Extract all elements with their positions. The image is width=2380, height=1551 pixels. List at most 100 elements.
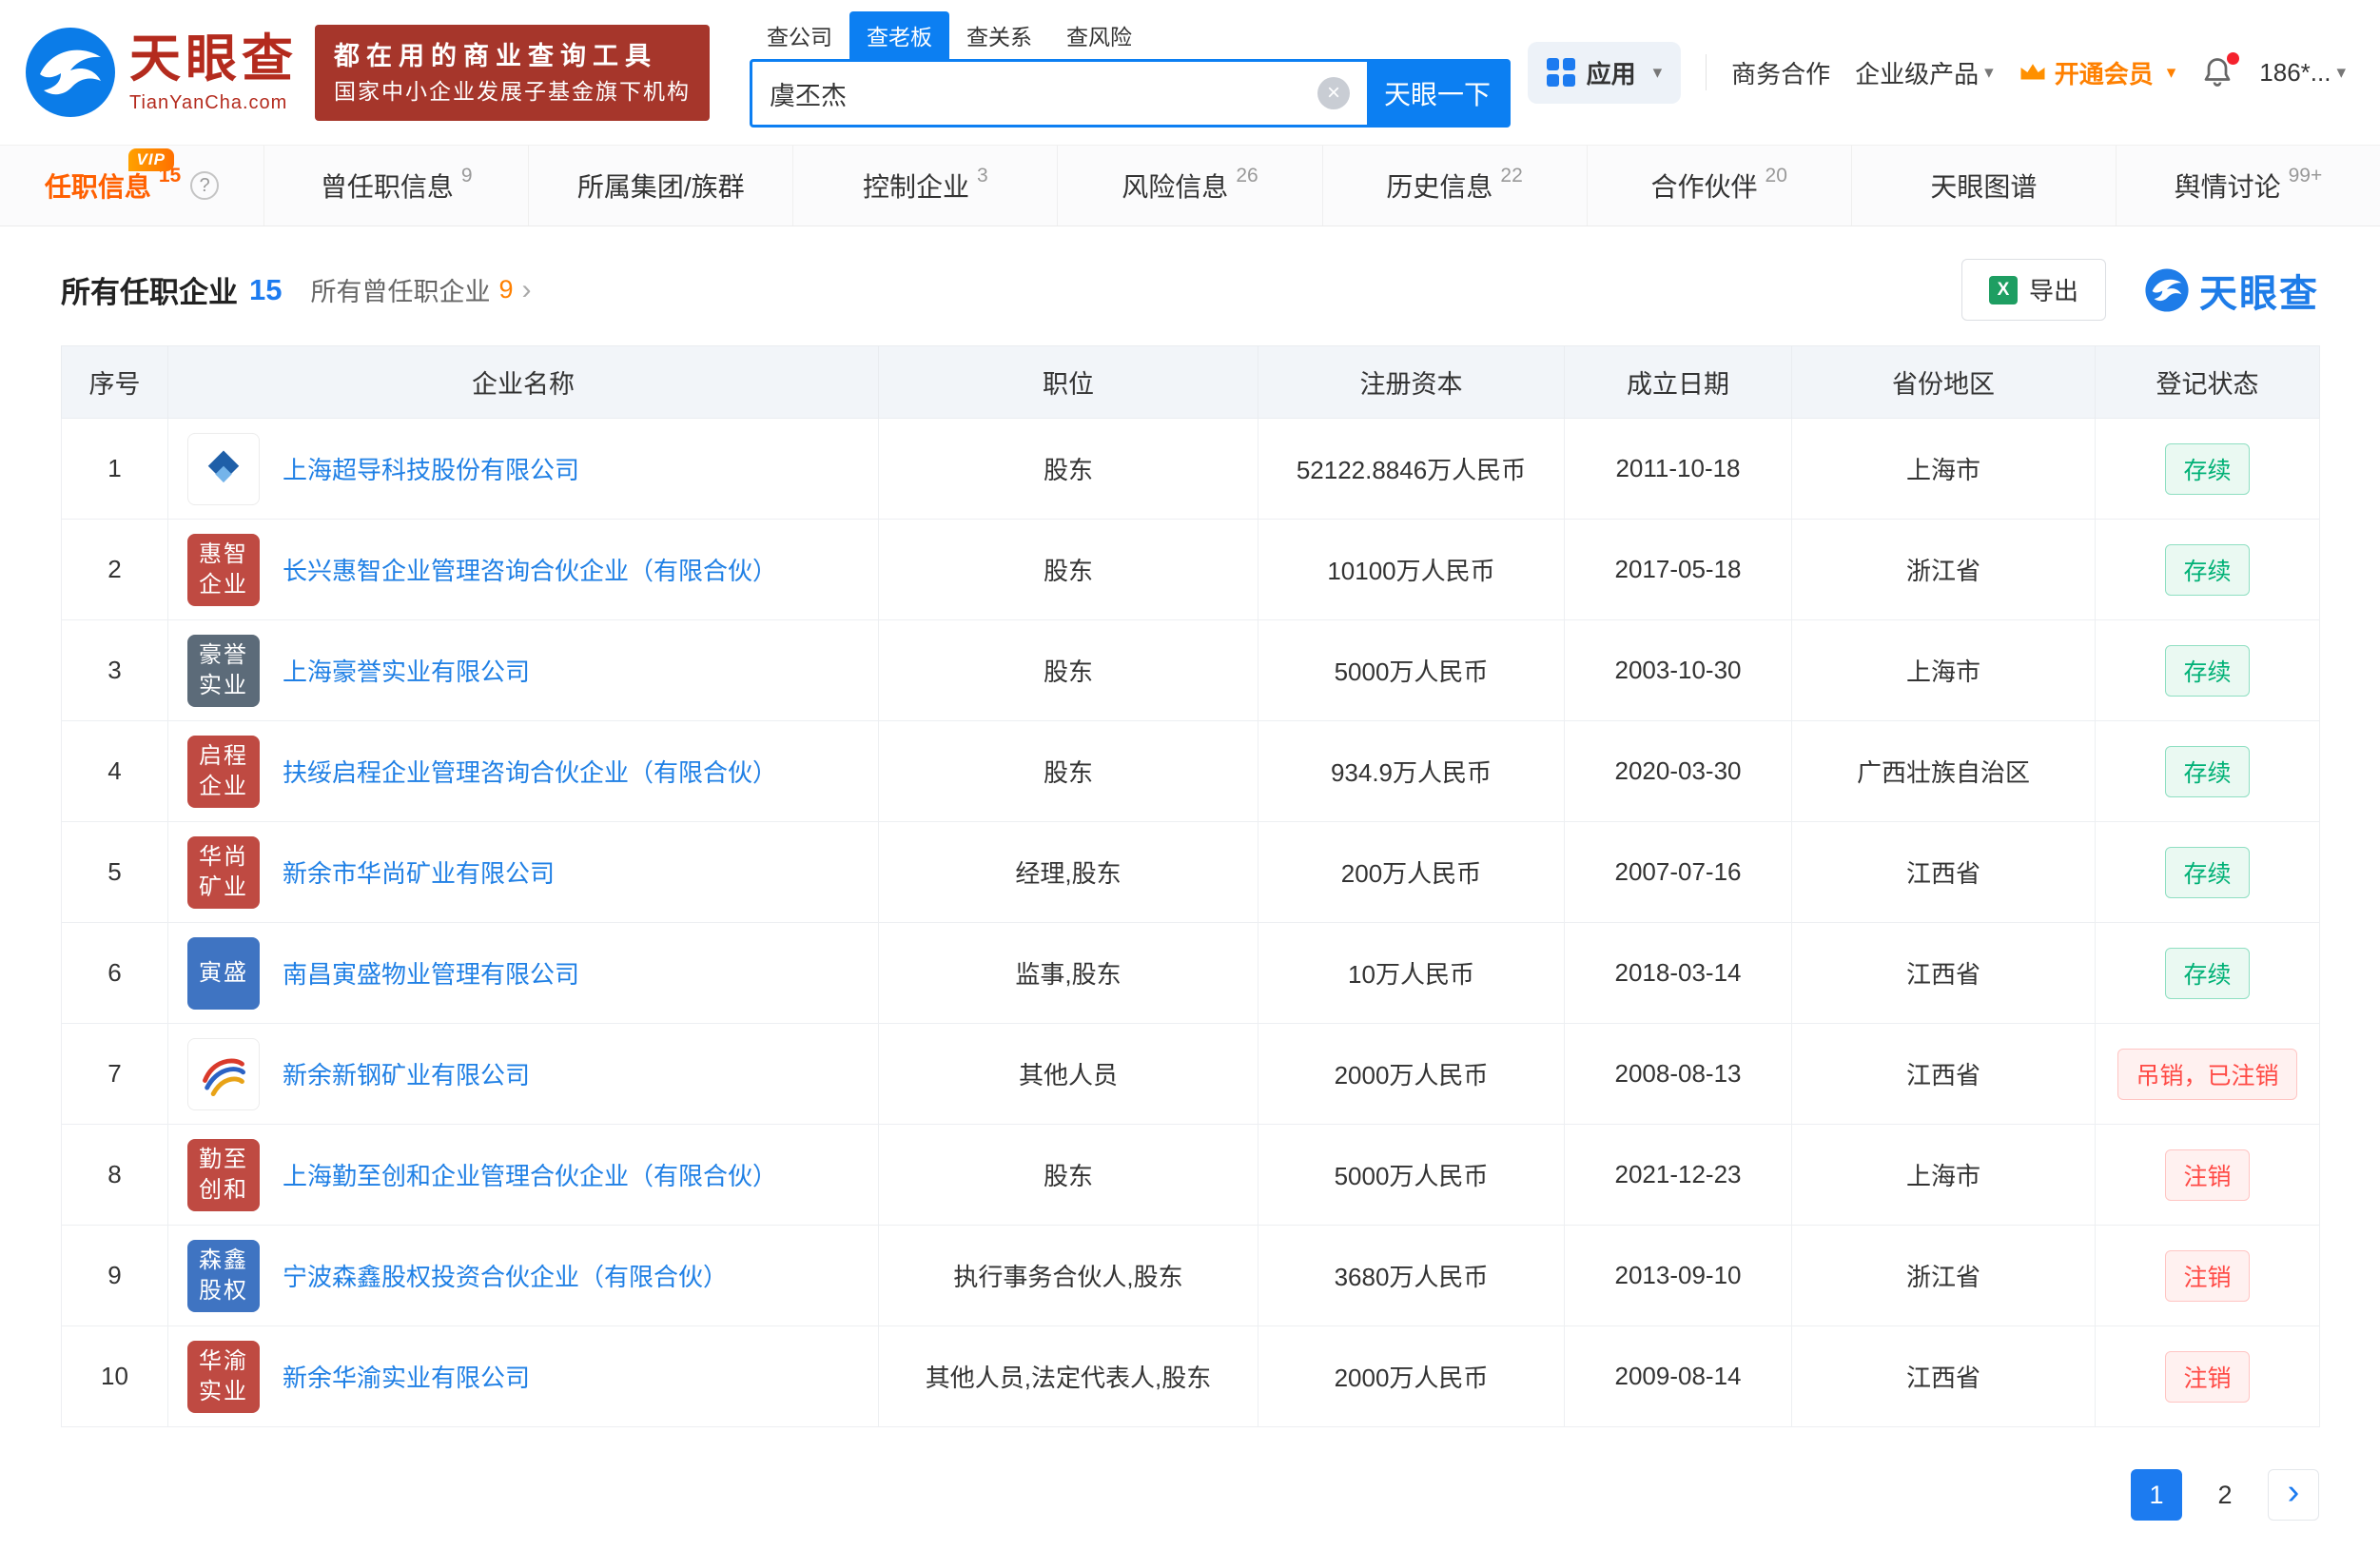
- date-cell: 2018-03-14: [1565, 923, 1792, 1024]
- company-cell: 启程企业扶绥启程企业管理咨询合伙企业（有限合伙）: [168, 721, 879, 822]
- nav-item[interactable]: VIP任职信息15?: [0, 146, 263, 226]
- former-positions-link[interactable]: 所有曾任职企业 9 ›: [310, 271, 531, 308]
- page-button-1[interactable]: 1: [2131, 1469, 2182, 1521]
- search-tab[interactable]: 查风险: [1049, 11, 1149, 59]
- company-link[interactable]: 新余华渝实业有限公司: [283, 1359, 530, 1394]
- company-link[interactable]: 南昌寅盛物业管理有限公司: [283, 955, 579, 991]
- nav-count: 20: [1765, 165, 1787, 187]
- region-cell: 浙江省: [1792, 520, 2096, 620]
- help-icon[interactable]: ?: [190, 171, 219, 200]
- export-button[interactable]: X 导出: [1961, 259, 2106, 321]
- section-title: 所有任职企业: [61, 268, 238, 311]
- nav-count: 9: [461, 165, 473, 187]
- company-link[interactable]: 上海超导科技股份有限公司: [283, 451, 579, 486]
- company-logo: 华渝实业: [187, 1341, 260, 1413]
- region-cell: 江西省: [1792, 1326, 2096, 1427]
- capital-cell: 2000万人民币: [1258, 1024, 1565, 1125]
- search-input[interactable]: [770, 79, 1317, 108]
- status-cell: 存续: [2096, 620, 2320, 721]
- company-link[interactable]: 扶绥启程企业管理咨询合伙企业（有限合伙）: [283, 754, 777, 789]
- status-cell: 注销: [2096, 1326, 2320, 1427]
- position-cell: 股东: [879, 419, 1258, 520]
- position-cell: 股东: [879, 1125, 1258, 1226]
- nav-item[interactable]: 合作伙伴20: [1587, 146, 1851, 226]
- brand-logo[interactable]: 天眼查 TianYanCha.com: [23, 25, 298, 120]
- user-account[interactable]: 186*...▾: [2259, 58, 2346, 88]
- page-button-2[interactable]: 2: [2199, 1469, 2251, 1521]
- company-cell: 寅盛南昌寅盛物业管理有限公司: [168, 923, 879, 1024]
- excel-icon: X: [1989, 276, 2018, 304]
- next-page-button[interactable]: ›: [2268, 1469, 2319, 1521]
- status-cell: 存续: [2096, 419, 2320, 520]
- search-area: 查公司查老板查关系查风险 × 天眼一下: [750, 17, 1511, 128]
- nav-label: 历史信息: [1386, 167, 1492, 205]
- company-link[interactable]: 新余新钢矿业有限公司: [283, 1056, 530, 1091]
- notification-bell-icon[interactable]: [2200, 55, 2234, 89]
- open-vip-link[interactable]: 开通会员 ▾: [2019, 55, 2176, 90]
- watermark-text: 天眼查: [2199, 263, 2319, 318]
- company-logo: 勤至创和: [187, 1139, 260, 1211]
- column-header: 省份地区: [1792, 346, 2096, 419]
- nav-item[interactable]: 舆情讨论99+: [2116, 146, 2380, 226]
- divider: [1706, 54, 1707, 90]
- clear-icon[interactable]: ×: [1317, 77, 1350, 109]
- row-number: 3: [62, 620, 168, 721]
- nav-item[interactable]: 历史信息22: [1322, 146, 1587, 226]
- section-count: 15: [249, 273, 282, 307]
- search-box: × 天眼一下: [750, 59, 1511, 128]
- status-badge: 存续: [2165, 847, 2249, 898]
- company-link[interactable]: 长兴惠智企业管理咨询合伙企业（有限合伙）: [283, 552, 777, 587]
- status-cell: 存续: [2096, 721, 2320, 822]
- top-header: 天眼查 TianYanCha.com 都在用的商业查询工具 国家中小企业发展子基…: [0, 0, 2380, 145]
- nav-item[interactable]: 控制企业3: [792, 146, 1057, 226]
- row-number: 1: [62, 419, 168, 520]
- nav-item[interactable]: 天眼图谱: [1851, 146, 2116, 226]
- table-row: 8勤至创和上海勤至创和企业管理合伙企业（有限合伙）股东5000万人民币2021-…: [62, 1125, 2320, 1226]
- nav-count: 99+: [2289, 165, 2323, 187]
- capital-cell: 2000万人民币: [1258, 1326, 1565, 1427]
- table-row: 3豪誉实业上海豪誉实业有限公司股东5000万人民币2003-10-30上海市存续: [62, 620, 2320, 721]
- company-logo: [187, 433, 260, 505]
- search-button[interactable]: 天眼一下: [1367, 62, 1508, 125]
- capital-cell: 10100万人民币: [1258, 520, 1565, 620]
- nav-label: 曾任职信息: [321, 167, 454, 205]
- search-tab[interactable]: 查公司: [750, 11, 849, 59]
- nav-item[interactable]: 所属集团/族群: [528, 146, 792, 226]
- company-cell: 森鑫股权宁波森鑫股权投资合伙企业（有限合伙）: [168, 1226, 879, 1326]
- table-row: 2惠智企业长兴惠智企业管理咨询合伙企业（有限合伙）股东10100万人民币2017…: [62, 520, 2320, 620]
- table-row: 10华渝实业新余华渝实业有限公司其他人员,法定代表人,股东2000万人民币200…: [62, 1326, 2320, 1427]
- column-header: 登记状态: [2096, 346, 2320, 419]
- position-cell: 其他人员,法定代表人,股东: [879, 1326, 1258, 1427]
- promo-line1: 都在用的商业查询工具: [334, 37, 691, 76]
- company-link[interactable]: 上海勤至创和企业管理合伙企业（有限合伙）: [283, 1157, 777, 1192]
- row-number: 8: [62, 1125, 168, 1226]
- nav-item[interactable]: 风险信息26: [1057, 146, 1321, 226]
- region-cell: 上海市: [1792, 419, 2096, 520]
- status-cell: 存续: [2096, 520, 2320, 620]
- table-row: 7新余新钢矿业有限公司其他人员2000万人民币2008-08-13江西省吊销，已…: [62, 1024, 2320, 1125]
- column-header: 职位: [879, 346, 1258, 419]
- enterprise-product-link[interactable]: 企业级产品▾: [1855, 55, 1994, 90]
- company-link[interactable]: 上海豪誉实业有限公司: [283, 653, 530, 688]
- position-cell: 股东: [879, 721, 1258, 822]
- company-cell: 上海超导科技股份有限公司: [168, 419, 879, 520]
- header-right: 应用 ▾ 商务合作 企业级产品▾ 开通会员 ▾ 186*...▾: [1528, 42, 2346, 104]
- page: 天眼查 TianYanCha.com 都在用的商业查询工具 国家中小企业发展子基…: [0, 0, 2380, 1551]
- business-coop-link[interactable]: 商务合作: [1731, 55, 1830, 90]
- company-logo: 惠智企业: [187, 534, 260, 606]
- tianyancha-watermark-icon: [2144, 267, 2190, 313]
- position-cell: 股东: [879, 620, 1258, 721]
- brand-domain: TianYanCha.com: [129, 92, 298, 113]
- date-cell: 2017-05-18: [1565, 520, 1792, 620]
- nav-label: 所属集团/族群: [577, 167, 745, 205]
- app-menu[interactable]: 应用 ▾: [1528, 42, 1682, 104]
- search-tab[interactable]: 查老板: [849, 11, 949, 59]
- table-row: 4启程企业扶绥启程企业管理咨询合伙企业（有限合伙）股东934.9万人民币2020…: [62, 721, 2320, 822]
- row-number: 5: [62, 822, 168, 923]
- company-link[interactable]: 宁波森鑫股权投资合伙企业（有限合伙）: [283, 1258, 728, 1293]
- nav-item[interactable]: 曾任职信息 9: [263, 146, 528, 226]
- column-header: 企业名称: [168, 346, 879, 419]
- search-tab[interactable]: 查关系: [949, 11, 1049, 59]
- company-link[interactable]: 新余市华尚矿业有限公司: [283, 854, 555, 890]
- company-logo: [187, 1038, 260, 1110]
